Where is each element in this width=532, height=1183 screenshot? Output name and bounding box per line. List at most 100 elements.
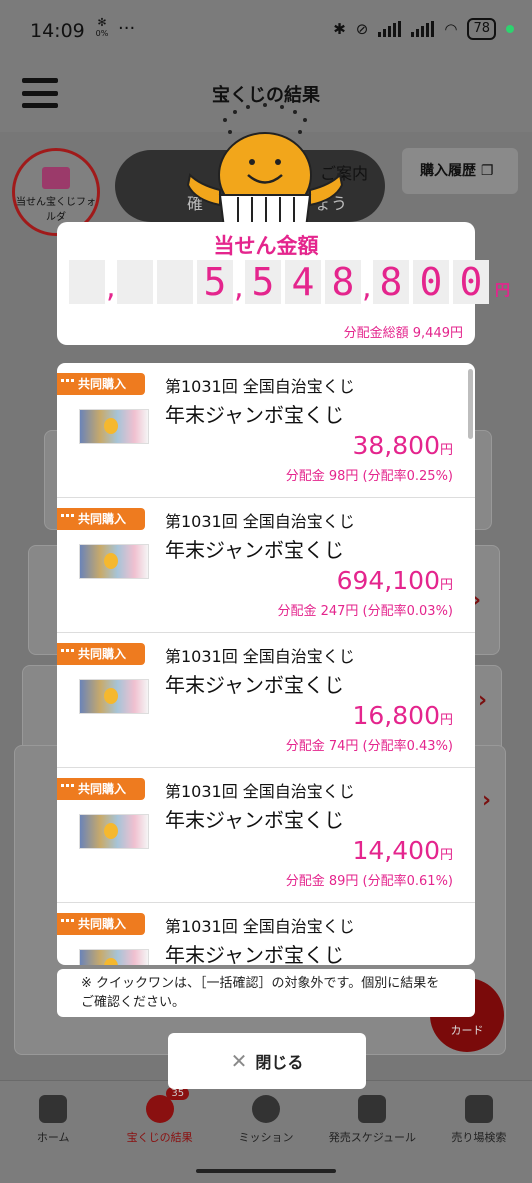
quick-one-note: ※ クイックワンは、［一括確認］の対象外です。個別に結果をご確認ください。: [57, 969, 475, 1017]
amount-digit: [157, 260, 193, 304]
nav-mission[interactable]: ミッション: [213, 1081, 319, 1158]
winning-list[interactable]: 共同購入 第1031回 全国自治宝くじ 年末ジャンボ宝くじ 38,800円 分配…: [57, 363, 475, 965]
digit-comma: ,: [234, 270, 244, 305]
draw-round: 第1031回 全国自治宝くじ: [165, 917, 355, 936]
prize-value: 14,400: [352, 836, 440, 865]
status-bar: 14:09 ✻ 0% ··· ✱ ⊘ ◠ 78: [0, 0, 532, 62]
history-label: 購入履歴: [420, 163, 476, 179]
list-item[interactable]: 共同購入 第1031回 全国自治宝くじ 年末ジャンボ宝くじ 16,800円 分配…: [57, 633, 475, 768]
tag-label: 共同購入: [78, 647, 127, 661]
digit-comma: ,: [362, 270, 372, 305]
prize-amount: 16,800円: [353, 701, 454, 730]
group-icon: [61, 919, 74, 930]
ticket-thumbnail: [79, 679, 149, 714]
nav-schedule[interactable]: 発売スケジュール: [319, 1081, 425, 1158]
prize-value: 694,100: [336, 566, 440, 595]
status-icons: ✱ ⊘ ◠ 78: [333, 18, 514, 40]
mute-icon: ⊘: [355, 20, 369, 38]
draw-round: 第1031回 全国自治宝くじ: [165, 512, 355, 531]
prize-amount: 38,800円: [353, 431, 454, 460]
lottery-name: 年末ジャンボ宝くじ: [165, 538, 344, 562]
group-icon: [61, 784, 74, 795]
close-label: 閉じる: [255, 1053, 304, 1072]
joint-purchase-tag: 共同購入: [57, 913, 145, 935]
lottery-name: 年末ジャンボ宝くじ: [165, 808, 344, 832]
prize-unit: 円: [439, 713, 453, 728]
amount-digit: 5: [245, 260, 281, 304]
amount-digit: 4: [285, 260, 321, 304]
close-icon: ✕: [230, 1049, 248, 1073]
digit-comma: ,: [106, 270, 116, 305]
list-item[interactable]: 共同購入 第1031回 全国自治宝くじ 年末ジャンボ宝くじ 694,100円 分…: [57, 498, 475, 633]
card-label: カード: [450, 1024, 484, 1037]
chevron-right-icon: ›: [482, 788, 492, 813]
amount-digits: , 5 , 5 4 8 , 8 0 0 円: [69, 260, 511, 305]
battery-icon: 78: [467, 18, 496, 40]
joint-purchase-tag: 共同購入: [57, 778, 145, 800]
amount-digit: 8: [373, 260, 409, 304]
prize-unit: 円: [439, 578, 453, 593]
amount-digit: 5: [197, 260, 233, 304]
mission-check-icon: [252, 1095, 281, 1123]
folder-icon: [42, 167, 70, 189]
lottery-name: 年末ジャンボ宝くじ: [165, 403, 344, 427]
nav-label: ミッション: [238, 1131, 294, 1144]
calendar-icon: [358, 1095, 387, 1123]
yen-unit: 円: [495, 281, 511, 299]
mascot-illustration: [186, 103, 344, 229]
privacy-indicator-icon: [506, 25, 514, 33]
amount-title: 当せん金額: [213, 234, 319, 258]
draw-round: 第1031回 全国自治宝くじ: [165, 647, 355, 666]
folder-label: 当せん宝くじフォルダ: [16, 197, 96, 223]
nav-lottery-results[interactable]: 35 宝くじの結果: [106, 1081, 212, 1158]
chevron-right-icon: ›: [478, 688, 488, 713]
bottom-navigation: ホーム 35 宝くじの結果 ミッション 発売スケジュール 売り場検索: [0, 1080, 532, 1158]
ticket-thumbnail: [79, 409, 149, 444]
signal-icon-2: [411, 21, 435, 37]
amount-digit: 0: [413, 260, 449, 304]
tag-label: 共同購入: [78, 512, 127, 526]
distribution-info: 分配金 89円 (分配率0.61%): [285, 874, 453, 889]
distribution-info: 分配金 98円 (分配率0.25%): [285, 469, 453, 484]
fan-percent: 0%: [95, 29, 109, 38]
amount-digit: [69, 260, 105, 304]
nav-home[interactable]: ホーム: [0, 1081, 106, 1158]
amount-digit: 0: [453, 260, 489, 304]
signal-icon-1: [378, 21, 402, 37]
prize-value: 38,800: [352, 431, 440, 460]
status-time: 14:09: [30, 20, 85, 42]
joint-purchase-tag: 共同購入: [57, 643, 145, 665]
list-item[interactable]: 共同購入 第1031回 全国自治宝くじ 年末ジャンボ宝くじ 38,800円 分配…: [57, 363, 475, 498]
close-button[interactable]: ✕ 閉じる: [168, 1033, 366, 1089]
wifi-icon: ◠: [444, 20, 458, 38]
joint-purchase-tag: 共同購入: [57, 508, 145, 530]
group-icon: [61, 514, 74, 525]
joint-purchase-tag: 共同購入: [57, 373, 145, 395]
prize-unit: 円: [439, 848, 453, 863]
store-icon: [464, 1095, 493, 1123]
history-icon: ❐: [480, 163, 494, 179]
purchase-history-button[interactable]: 購入履歴 ❐: [402, 148, 518, 194]
distribution-info: 分配金 247円 (分配率0.03%): [277, 604, 453, 619]
nav-store-search[interactable]: 売り場検索: [426, 1081, 532, 1158]
draw-round: 第1031回 全国自治宝くじ: [165, 377, 355, 396]
prize-value: 16,800: [352, 701, 440, 730]
gesture-bar[interactable]: [0, 1158, 532, 1183]
tag-label: 共同購入: [78, 377, 127, 391]
prize-amount: 14,400円: [353, 836, 454, 865]
lottery-name: 年末ジャンボ宝くじ: [165, 673, 344, 697]
bluetooth-icon: ✱: [333, 20, 346, 38]
more-notifications-icon: ···: [118, 18, 136, 39]
amount-digit: 8: [325, 260, 361, 304]
winning-amount-panel: 当せん金額 , 5 , 5 4 8 , 8 0 0 円 分配金総額 9,449円: [57, 222, 510, 345]
fan-icon: ✻ 0%: [95, 16, 109, 38]
prize-unit: 円: [439, 443, 453, 458]
ticket-thumbnail: [79, 949, 149, 965]
ticket-thumbnail: [79, 544, 149, 579]
nav-label: 売り場検索: [451, 1131, 507, 1144]
list-item[interactable]: 共同購入 第1031回 全国自治宝くじ 年末ジャンボ宝くじ 14,400円 分配…: [57, 768, 475, 903]
ticket-thumbnail: [79, 814, 149, 849]
nav-label: ホーム: [36, 1131, 70, 1144]
lottery-name: 年末ジャンボ宝くじ: [165, 943, 344, 965]
list-item[interactable]: 共同購入 第1031回 全国自治宝くじ 年末ジャンボ宝くじ: [57, 903, 475, 965]
